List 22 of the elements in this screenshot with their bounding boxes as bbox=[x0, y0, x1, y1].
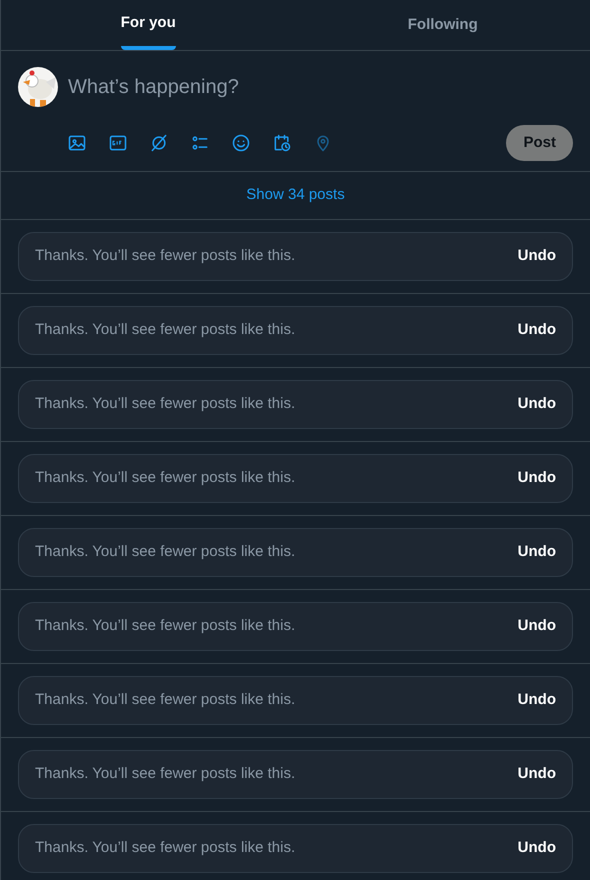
undo-button[interactable]: Undo bbox=[518, 319, 556, 342]
notice-text: Thanks. You’ll see fewer posts like this. bbox=[35, 320, 296, 340]
undo-button[interactable]: Undo bbox=[518, 541, 556, 564]
undo-button[interactable]: Undo bbox=[518, 837, 556, 860]
notice-text: Thanks. You’ll see fewer posts like this. bbox=[35, 838, 296, 858]
compose-field[interactable]: What’s happening? bbox=[68, 67, 573, 107]
undo-button[interactable]: Undo bbox=[518, 467, 556, 490]
notice-text: Thanks. You’ll see fewer posts like this. bbox=[35, 616, 296, 636]
undo-button[interactable]: Undo bbox=[518, 615, 556, 638]
show-posts-link[interactable]: Show 34 posts bbox=[246, 184, 345, 207]
undo-button[interactable]: Undo bbox=[518, 393, 556, 416]
undo-button[interactable]: Undo bbox=[518, 245, 556, 268]
notice-text: Thanks. You’ll see fewer posts like this. bbox=[35, 468, 296, 488]
notice-text: Thanks. You’ll see fewer posts like this. bbox=[35, 764, 296, 784]
feed-tab[interactable]: Following bbox=[408, 0, 478, 50]
feed-tab[interactable]: For you bbox=[120, 0, 176, 50]
notice-text: Thanks. You’ll see fewer posts like this. bbox=[35, 542, 296, 562]
undo-button[interactable]: Undo bbox=[518, 763, 556, 786]
notice-text: Thanks. You’ll see fewer posts like this. bbox=[35, 394, 296, 414]
undo-button[interactable]: Undo bbox=[518, 689, 556, 712]
notice-text: Thanks. You’ll see fewer posts like this. bbox=[35, 690, 296, 710]
notice-text: Thanks. You’ll see fewer posts like this. bbox=[35, 246, 296, 266]
